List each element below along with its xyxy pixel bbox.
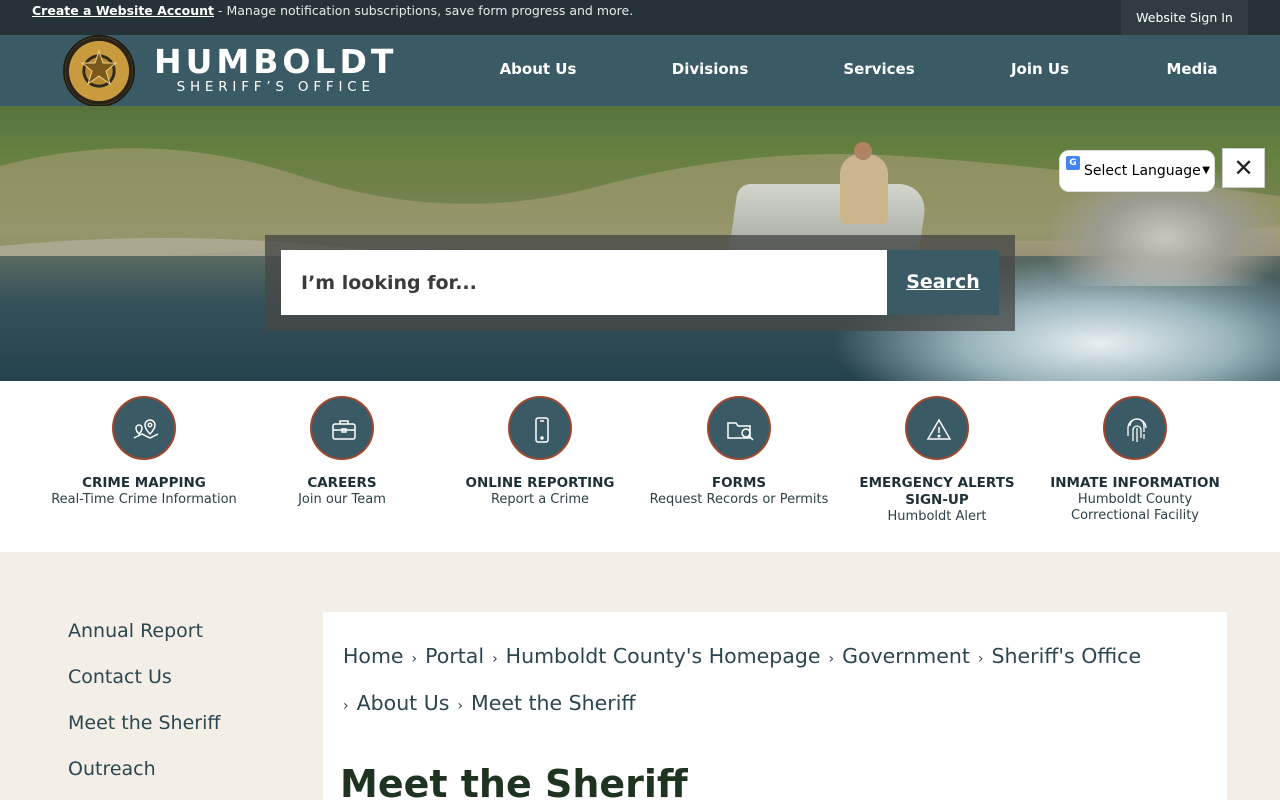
breadcrumb-county-homepage[interactable]: Humboldt County's Homepage xyxy=(506,644,821,668)
sidebar-item-outreach[interactable]: Outreach xyxy=(68,758,220,800)
quick-link-forms[interactable]: FORMS Request Records or Permits xyxy=(644,396,834,508)
map-pin-icon xyxy=(112,396,176,460)
sheriff-seal-logo[interactable] xyxy=(63,35,135,107)
language-select[interactable]: G Select Language ▼ xyxy=(1059,150,1215,192)
nav-divisions[interactable]: Divisions xyxy=(672,60,749,78)
breadcrumb-portal[interactable]: Portal xyxy=(425,644,484,668)
quick-links: CRIME MAPPING Real-Time Crime Informatio… xyxy=(0,381,1280,552)
breadcrumb-government[interactable]: Government xyxy=(842,644,970,668)
logo-line-1: HUMBOLDT xyxy=(154,42,398,81)
breadcrumb-home[interactable]: Home xyxy=(343,644,404,668)
chevron-down-icon: ▼ xyxy=(1202,165,1210,176)
nav-join-us[interactable]: Join Us xyxy=(1011,60,1069,78)
main-content: Home › Portal › Humboldt County's Homepage › G… xyxy=(323,612,1227,800)
sidebar-item-annual-report[interactable]: Annual Report xyxy=(68,620,220,666)
breadcrumb-current: Meet the Sheriff xyxy=(471,691,636,715)
quick-link-emergency-alerts[interactable]: EMERGENCY ALERTS SIGN-UP Humboldt Alert xyxy=(842,396,1032,525)
account-description: - Manage notification subscriptions, sav… xyxy=(214,3,634,18)
language-select-label: Select Language xyxy=(1084,163,1201,179)
nav-services[interactable]: Services xyxy=(843,60,914,78)
utility-bar: Create a Website Account - Manage notifi… xyxy=(0,0,1280,35)
sidebar-item-meet-the-sheriff[interactable]: Meet the Sheriff xyxy=(68,712,220,758)
fingerprint-icon xyxy=(1103,396,1167,460)
section-sidebar: Annual Report Contact Us Meet the Sherif… xyxy=(68,620,220,800)
site-logo-text[interactable]: HUMBOLDT SHERIFF’S OFFICE xyxy=(154,42,398,96)
quick-link-title: EMERGENCY ALERTS SIGN-UP xyxy=(859,475,1015,508)
alert-icon xyxy=(905,396,969,460)
folder-search-icon xyxy=(707,396,771,460)
quick-link-title: CRIME MAPPING xyxy=(82,475,206,491)
sidebar-item-contact-us[interactable]: Contact Us xyxy=(68,666,220,712)
logo-line-2: SHERIFF’S OFFICE xyxy=(176,79,375,95)
site-search-input[interactable] xyxy=(281,250,887,315)
quick-link-title: CAREERS xyxy=(307,475,377,491)
quick-link-title: FORMS xyxy=(711,475,767,491)
breadcrumb-separator-icon: › xyxy=(977,651,984,667)
briefcase-icon xyxy=(310,396,374,460)
breadcrumb-sheriffs-office[interactable]: Sheriff's Office xyxy=(992,644,1142,668)
page-title: Meet the Sheriff xyxy=(340,762,688,800)
quick-link-title: ONLINE REPORTING xyxy=(465,475,615,491)
quick-link-subtitle: Humboldt Alert xyxy=(887,509,987,524)
deputy-figure xyxy=(840,142,888,224)
breadcrumb-separator-icon: › xyxy=(457,698,464,714)
quick-link-subtitle: Join our Team xyxy=(298,492,386,507)
close-translate-button[interactable]: ✕ xyxy=(1222,148,1265,188)
breadcrumb-separator-icon: › xyxy=(343,698,349,714)
quick-link-inmate-information[interactable]: INMATE INFORMATION Humboldt County Corre… xyxy=(1040,396,1230,524)
breadcrumb-separator-icon: › xyxy=(411,651,418,667)
create-account-link[interactable]: Create a Website Account xyxy=(32,3,214,18)
quick-link-title: INMATE INFORMATION xyxy=(1050,475,1220,491)
breadcrumb-separator-icon: › xyxy=(492,651,498,667)
breadcrumb: Home › Portal › Humboldt County's Homepage › G… xyxy=(343,634,1213,728)
phone-icon xyxy=(508,396,572,460)
quick-link-subtitle: Report a Crime xyxy=(490,492,590,507)
account-notice: Create a Website Account - Manage notifi… xyxy=(32,3,633,18)
quick-link-crime-mapping[interactable]: CRIME MAPPING Real-Time Crime Informatio… xyxy=(49,396,239,508)
nav-media[interactable]: Media xyxy=(1166,60,1217,78)
google-translate-icon: G xyxy=(1066,156,1080,170)
quick-link-subtitle: Humboldt County Correctional Facility xyxy=(1071,492,1199,523)
search-button[interactable]: Search xyxy=(887,250,999,315)
breadcrumb-separator-icon: › xyxy=(828,651,835,667)
quick-link-online-reporting[interactable]: ONLINE REPORTING Report a Crime xyxy=(445,396,635,508)
sign-in-button[interactable]: Website Sign In xyxy=(1121,0,1248,35)
quick-link-subtitle: Real-Time Crime Information xyxy=(51,492,237,507)
nav-about-us[interactable]: About Us xyxy=(500,60,577,78)
quick-link-subtitle: Request Records or Permits xyxy=(649,492,829,507)
quick-link-careers[interactable]: CAREERS Join our Team xyxy=(247,396,437,508)
site-header: HUMBOLDT SHERIFF’S OFFICE About Us Divis… xyxy=(0,35,1280,107)
breadcrumb-about-us[interactable]: About Us xyxy=(357,691,450,715)
